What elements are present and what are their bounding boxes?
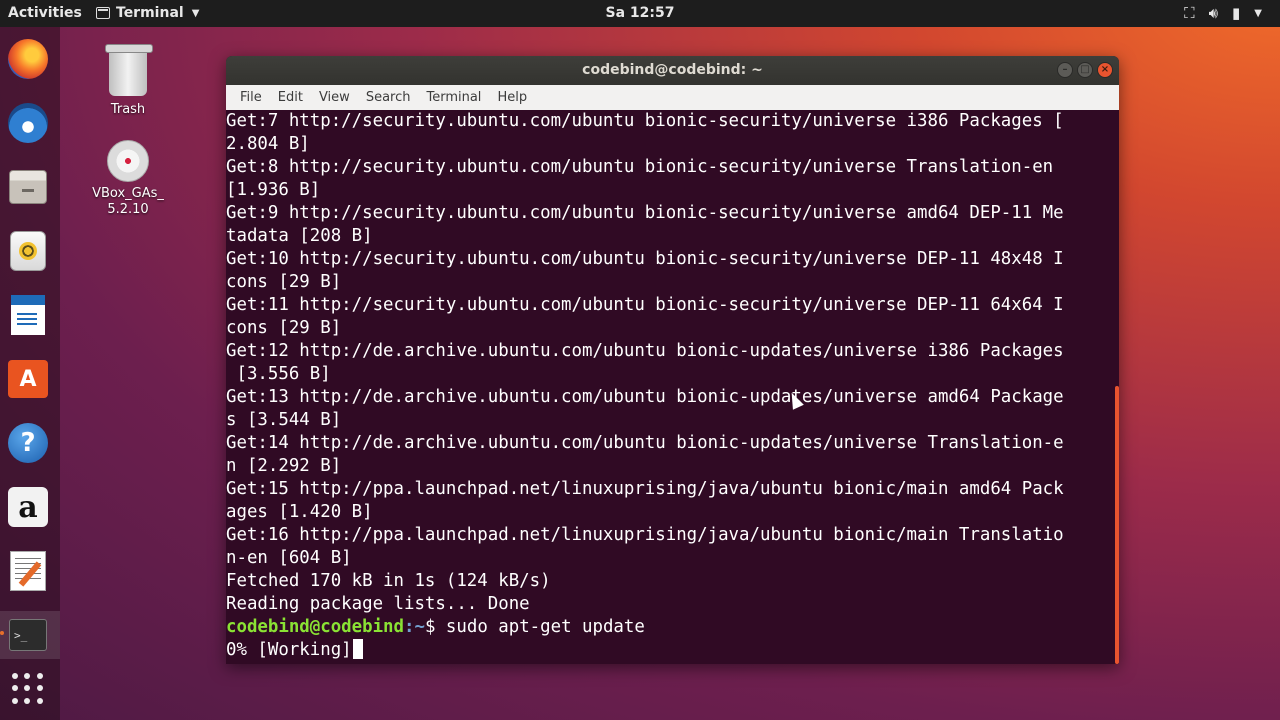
progress-status: 0% [Working] [226, 640, 352, 660]
vbox-label: VBox_GAs_ 5.2.10 [92, 186, 164, 217]
firefox-icon[interactable] [6, 37, 50, 81]
trash-icon [105, 44, 153, 96]
menu-view[interactable]: View [311, 90, 358, 105]
terminal-line: Get:9 http://security.ubuntu.com/ubuntu … [226, 203, 1064, 223]
maximize-icon[interactable]: □ [1077, 62, 1093, 78]
menu-bar: File Edit View Search Terminal Help [226, 85, 1119, 110]
terminal-line: Get:10 http://security.ubuntu.com/ubuntu… [226, 249, 1064, 269]
terminal-line: ages [1.420 B] [226, 502, 373, 522]
terminal-line: Get:15 http://ppa.launchpad.net/linuxupr… [226, 479, 1064, 499]
terminal-line: Fetched 170 kB in 1s (124 kB/s) [226, 571, 551, 591]
terminal-line: 2.804 B] [226, 134, 310, 154]
prompt-symbol: $ [424, 617, 446, 637]
desktop-vbox-disc[interactable]: VBox_GAs_ 5.2.10 [80, 140, 176, 218]
prompt-line: codebind@codebind:~$ sudo apt-get update [226, 616, 1119, 639]
caret-down-icon: ▼ [1254, 7, 1262, 19]
terminal-line: Get:11 http://security.ubuntu.com/ubuntu… [226, 295, 1064, 315]
terminal-line: s [3.544 B] [226, 410, 342, 430]
trash-label: Trash [110, 102, 146, 117]
desktop-trash[interactable]: Trash [80, 44, 176, 117]
battery-icon: ▮ [1232, 4, 1241, 22]
terminal-line: n [2.292 B] [226, 456, 342, 476]
window-titlebar[interactable]: codebind@codebind: ~ – □ × [226, 56, 1119, 85]
terminal-line: [3.556 B] [226, 364, 331, 384]
amazon-icon[interactable]: a [6, 485, 50, 529]
scrollbar[interactable] [1115, 386, 1119, 664]
menu-terminal[interactable]: Terminal [418, 90, 489, 105]
network-icon: ⛶ [1184, 4, 1195, 22]
terminal-line: tadata [208 B] [226, 226, 373, 246]
ubuntu-software-icon[interactable]: A [6, 357, 50, 401]
files-icon[interactable] [6, 165, 50, 209]
menu-search[interactable]: Search [358, 90, 419, 105]
menu-file[interactable]: File [232, 90, 270, 105]
top-panel: Activities Terminal ▼ Sa 12:57 ⛶ 🔊︎ ▮ ▼ [0, 0, 1280, 27]
dock: A ? a >_ [0, 27, 60, 720]
terminal-line: Get:12 http://de.archive.ubuntu.com/ubun… [226, 341, 1064, 361]
status-area[interactable]: ⛶ 🔊︎ ▮ ▼ [1184, 4, 1262, 22]
text-editor-icon[interactable] [6, 549, 50, 593]
terminal-line: [1.936 B] [226, 180, 321, 200]
window-title: codebind@codebind: ~ [582, 62, 763, 78]
terminal-line: Get:7 http://security.ubuntu.com/ubuntu … [226, 111, 1064, 131]
terminal-line: Reading package lists... Done [226, 594, 530, 614]
command-text: sudo apt-get update [445, 617, 645, 637]
terminal-line: Get:16 http://ppa.launchpad.net/linuxupr… [226, 525, 1064, 545]
disc-icon [107, 140, 149, 182]
terminal-line: cons [29 B] [226, 272, 342, 292]
close-icon[interactable]: × [1097, 62, 1113, 78]
rhythmbox-icon[interactable] [6, 229, 50, 273]
terminal-window: codebind@codebind: ~ – □ × File Edit Vie… [226, 56, 1119, 664]
libreoffice-writer-icon[interactable] [6, 293, 50, 337]
prompt-path: :~ [404, 617, 425, 637]
terminal-line: cons [29 B] [226, 318, 342, 338]
clock[interactable]: Sa 12:57 [0, 5, 1280, 21]
prompt-user: codebind@codebind [226, 617, 404, 637]
terminal-line: n-en [604 B] [226, 548, 352, 568]
terminal-icon[interactable]: >_ [0, 613, 50, 657]
terminal-line: Get:13 http://de.archive.ubuntu.com/ubun… [226, 387, 1064, 407]
terminal-line: Get:14 http://de.archive.ubuntu.com/ubun… [226, 433, 1064, 453]
status-line: 0% [Working] [226, 639, 1119, 662]
thunderbird-icon[interactable] [6, 101, 50, 145]
menu-edit[interactable]: Edit [270, 90, 311, 105]
menu-help[interactable]: Help [489, 90, 535, 105]
text-cursor [352, 639, 363, 659]
terminal-output[interactable]: Get:7 http://security.ubuntu.com/ubuntu … [226, 110, 1119, 664]
minimize-icon[interactable]: – [1057, 62, 1073, 78]
terminal-line: Get:8 http://security.ubuntu.com/ubuntu … [226, 157, 1054, 177]
volume-icon: 🔊︎ [1208, 4, 1219, 22]
show-applications-icon[interactable] [6, 667, 50, 711]
help-icon[interactable]: ? [6, 421, 50, 465]
window-controls: – □ × [1057, 62, 1113, 78]
